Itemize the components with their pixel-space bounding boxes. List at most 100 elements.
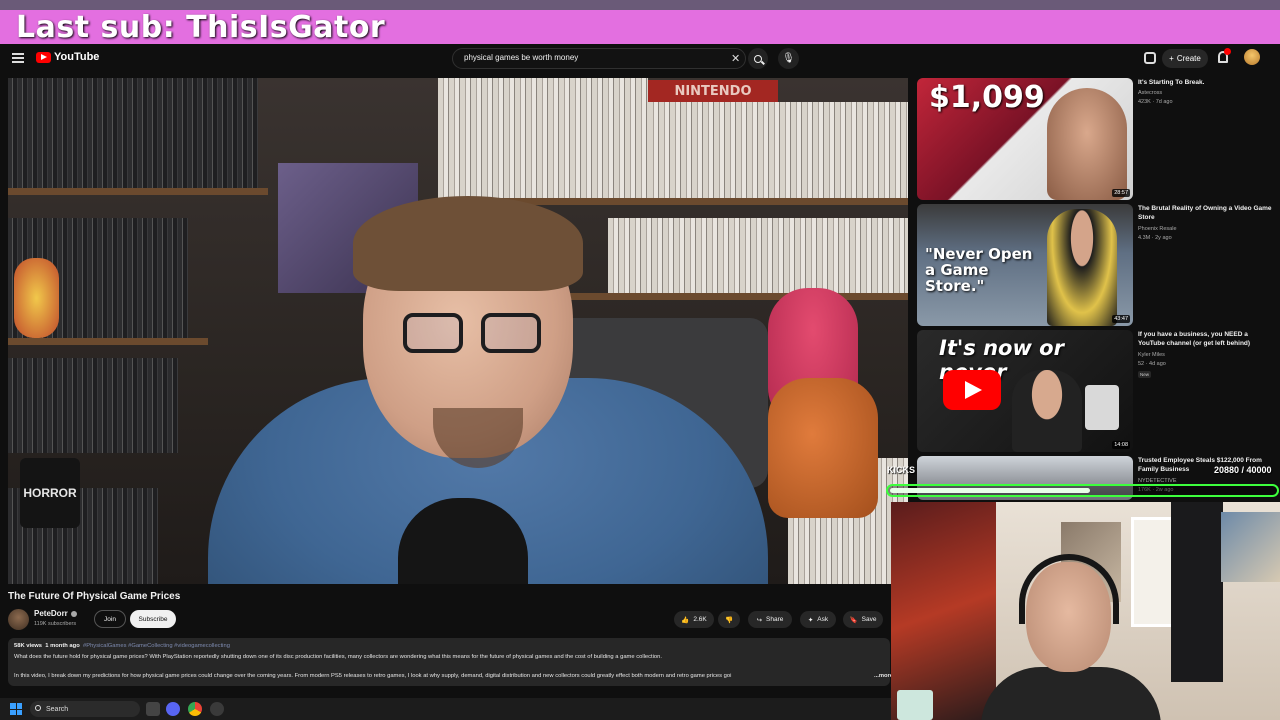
sparkle-icon: ✦ — [807, 616, 814, 624]
share-label: Share — [766, 616, 784, 623]
notification-badge — [1224, 48, 1231, 55]
chrome-icon[interactable] — [188, 702, 202, 716]
thumbnail-text: $1,099 — [929, 80, 1045, 115]
description-meta: 58K views 1 month ago #PhysicalGames #Ga… — [14, 643, 230, 649]
youtube-header: YouTube physical games be worth money ✕ … — [0, 44, 1280, 74]
search-query-text: physical games be worth money — [464, 53, 579, 62]
cash-app-plaque — [1085, 385, 1119, 430]
description-box[interactable]: 58K views 1 month ago #PhysicalGames #Ga… — [8, 638, 893, 686]
figurine — [768, 378, 878, 518]
video-duration: 28:57 — [1112, 189, 1130, 197]
view-count: 58K views — [14, 643, 43, 649]
save-label: Save — [861, 616, 877, 623]
search-icon — [35, 705, 41, 711]
related-channel[interactable]: Phoenix Resale — [1138, 226, 1177, 232]
presenter-hair — [353, 196, 583, 291]
upload-age: 1 month ago — [45, 643, 80, 649]
share-icon: ↪ — [756, 616, 763, 624]
ask-label: Ask — [817, 616, 829, 623]
save-button[interactable]: 🔖 Save — [843, 611, 883, 628]
game-shelf — [438, 78, 648, 198]
last-sub-text: Last sub: ThisIsGator — [16, 9, 386, 45]
curtain — [1171, 502, 1223, 682]
create-button[interactable]: + Create — [1162, 49, 1208, 68]
goal-count: 20880 / 40000 — [1214, 465, 1272, 475]
video-title: The Future Of Physical Game Prices — [8, 591, 181, 602]
game-shelf — [648, 102, 908, 202]
related-meta: 423K · 7d ago — [1138, 99, 1173, 105]
related-video[interactable]: It's now or never 14:08 If you have a bu… — [917, 330, 1277, 452]
nintendo-sign: NINTENDO — [648, 80, 778, 102]
shelf-board — [8, 338, 208, 345]
game-shelf — [608, 218, 908, 293]
last-sub-banner: Last sub: ThisIsGator — [0, 9, 1280, 45]
search-button[interactable] — [748, 48, 768, 69]
create-label: Create — [1176, 54, 1201, 63]
video-duration: 43:47 — [1112, 315, 1130, 323]
shelf-board — [8, 188, 268, 195]
related-channel[interactable]: Astecross — [1138, 90, 1162, 96]
cast-icon[interactable] — [1144, 52, 1156, 64]
youtube-play-icon — [943, 370, 1001, 410]
dislike-button[interactable]: 👎 — [718, 611, 740, 628]
goal-label: KICKS — [887, 465, 916, 475]
clear-search-icon[interactable]: ✕ — [731, 52, 740, 65]
video-thumbnail[interactable]: $1,099 28:57 — [917, 78, 1133, 200]
video-duration: 14:08 — [1112, 441, 1130, 449]
taskbar-search[interactable]: Search — [30, 701, 140, 717]
description-line: What does the future hold for physical g… — [14, 654, 662, 660]
obs-icon[interactable] — [210, 702, 224, 716]
like-button[interactable]: 👍 2.6K — [674, 611, 714, 628]
search-input[interactable]: physical games be worth money ✕ — [452, 48, 746, 69]
channel-name[interactable]: PeteDorr — [34, 609, 77, 618]
bookmark-icon: 🔖 — [849, 616, 858, 624]
related-video-title[interactable]: If you have a business, you NEED a YouTu… — [1138, 330, 1274, 348]
file-explorer-icon[interactable] — [146, 702, 160, 716]
wall-poster — [1221, 512, 1280, 582]
verified-icon — [70, 610, 77, 617]
creator-photo — [1012, 370, 1082, 452]
related-video[interactable]: $1,099 28:57 It's Starting To Break. Ast… — [917, 78, 1277, 200]
description-line: In this video, I break down my predictio… — [14, 673, 732, 679]
video-thumbnail[interactable]: It's now or never 14:08 — [917, 330, 1133, 452]
share-button[interactable]: ↪ Share — [748, 611, 792, 628]
game-shelf — [8, 358, 178, 453]
plus-icon: + — [1169, 54, 1174, 63]
related-meta: 52 · 4d ago — [1138, 361, 1166, 367]
hamburger-menu-icon[interactable] — [12, 53, 24, 63]
windows-start-icon[interactable] — [10, 703, 22, 715]
youtube-play-icon — [36, 51, 51, 63]
channel-avatar[interactable] — [8, 609, 29, 630]
like-count: 2.6K — [693, 616, 707, 623]
video-thumbnail[interactable]: "Never Open a Game Store." 43:47 — [917, 204, 1133, 326]
horror-mug: HORROR — [20, 458, 80, 528]
windows-taskbar: Search — [0, 698, 891, 720]
related-video-title[interactable]: The Brutal Reality of Owning a Video Gam… — [1138, 204, 1274, 222]
taskbar-search-label: Search — [46, 705, 69, 713]
voice-search-button[interactable]: 🎙 — [778, 48, 799, 69]
ask-button[interactable]: ✦ Ask — [800, 611, 836, 628]
thumbs-up-icon: 👍 — [681, 616, 690, 624]
related-video[interactable]: "Never Open a Game Store." 43:47 The Bru… — [917, 204, 1277, 326]
youtube-logo-text: YouTube — [54, 51, 100, 63]
related-meta: 4.3M · 2y ago — [1138, 235, 1172, 241]
video-player[interactable]: NINTENDO HORROR — [8, 78, 908, 584]
hashtags[interactable]: #PhysicalGames #GameCollecting #videogam… — [83, 643, 230, 649]
thumbnail-text: "Never Open a Game Store." — [925, 245, 1033, 295]
join-button[interactable]: Join — [94, 610, 126, 628]
creator-photo — [1047, 88, 1127, 200]
account-avatar[interactable] — [1244, 49, 1260, 65]
channel-name-text: PeteDorr — [34, 609, 68, 618]
figurine — [14, 258, 59, 338]
goal-progress-fill — [890, 488, 1091, 493]
new-badge: New — [1138, 371, 1152, 378]
microphone-icon: 🎙 — [782, 53, 795, 64]
related-video-title[interactable]: It's Starting To Break. — [1138, 78, 1274, 87]
youtube-logo[interactable]: YouTube — [36, 51, 99, 63]
discord-icon[interactable] — [166, 702, 180, 716]
related-channel[interactable]: Kyler Miles — [1138, 352, 1165, 358]
cup — [897, 690, 933, 720]
subscribe-button[interactable]: Subscribe — [130, 610, 176, 628]
wall-tapestry — [891, 502, 996, 720]
shelf-board — [568, 293, 908, 300]
